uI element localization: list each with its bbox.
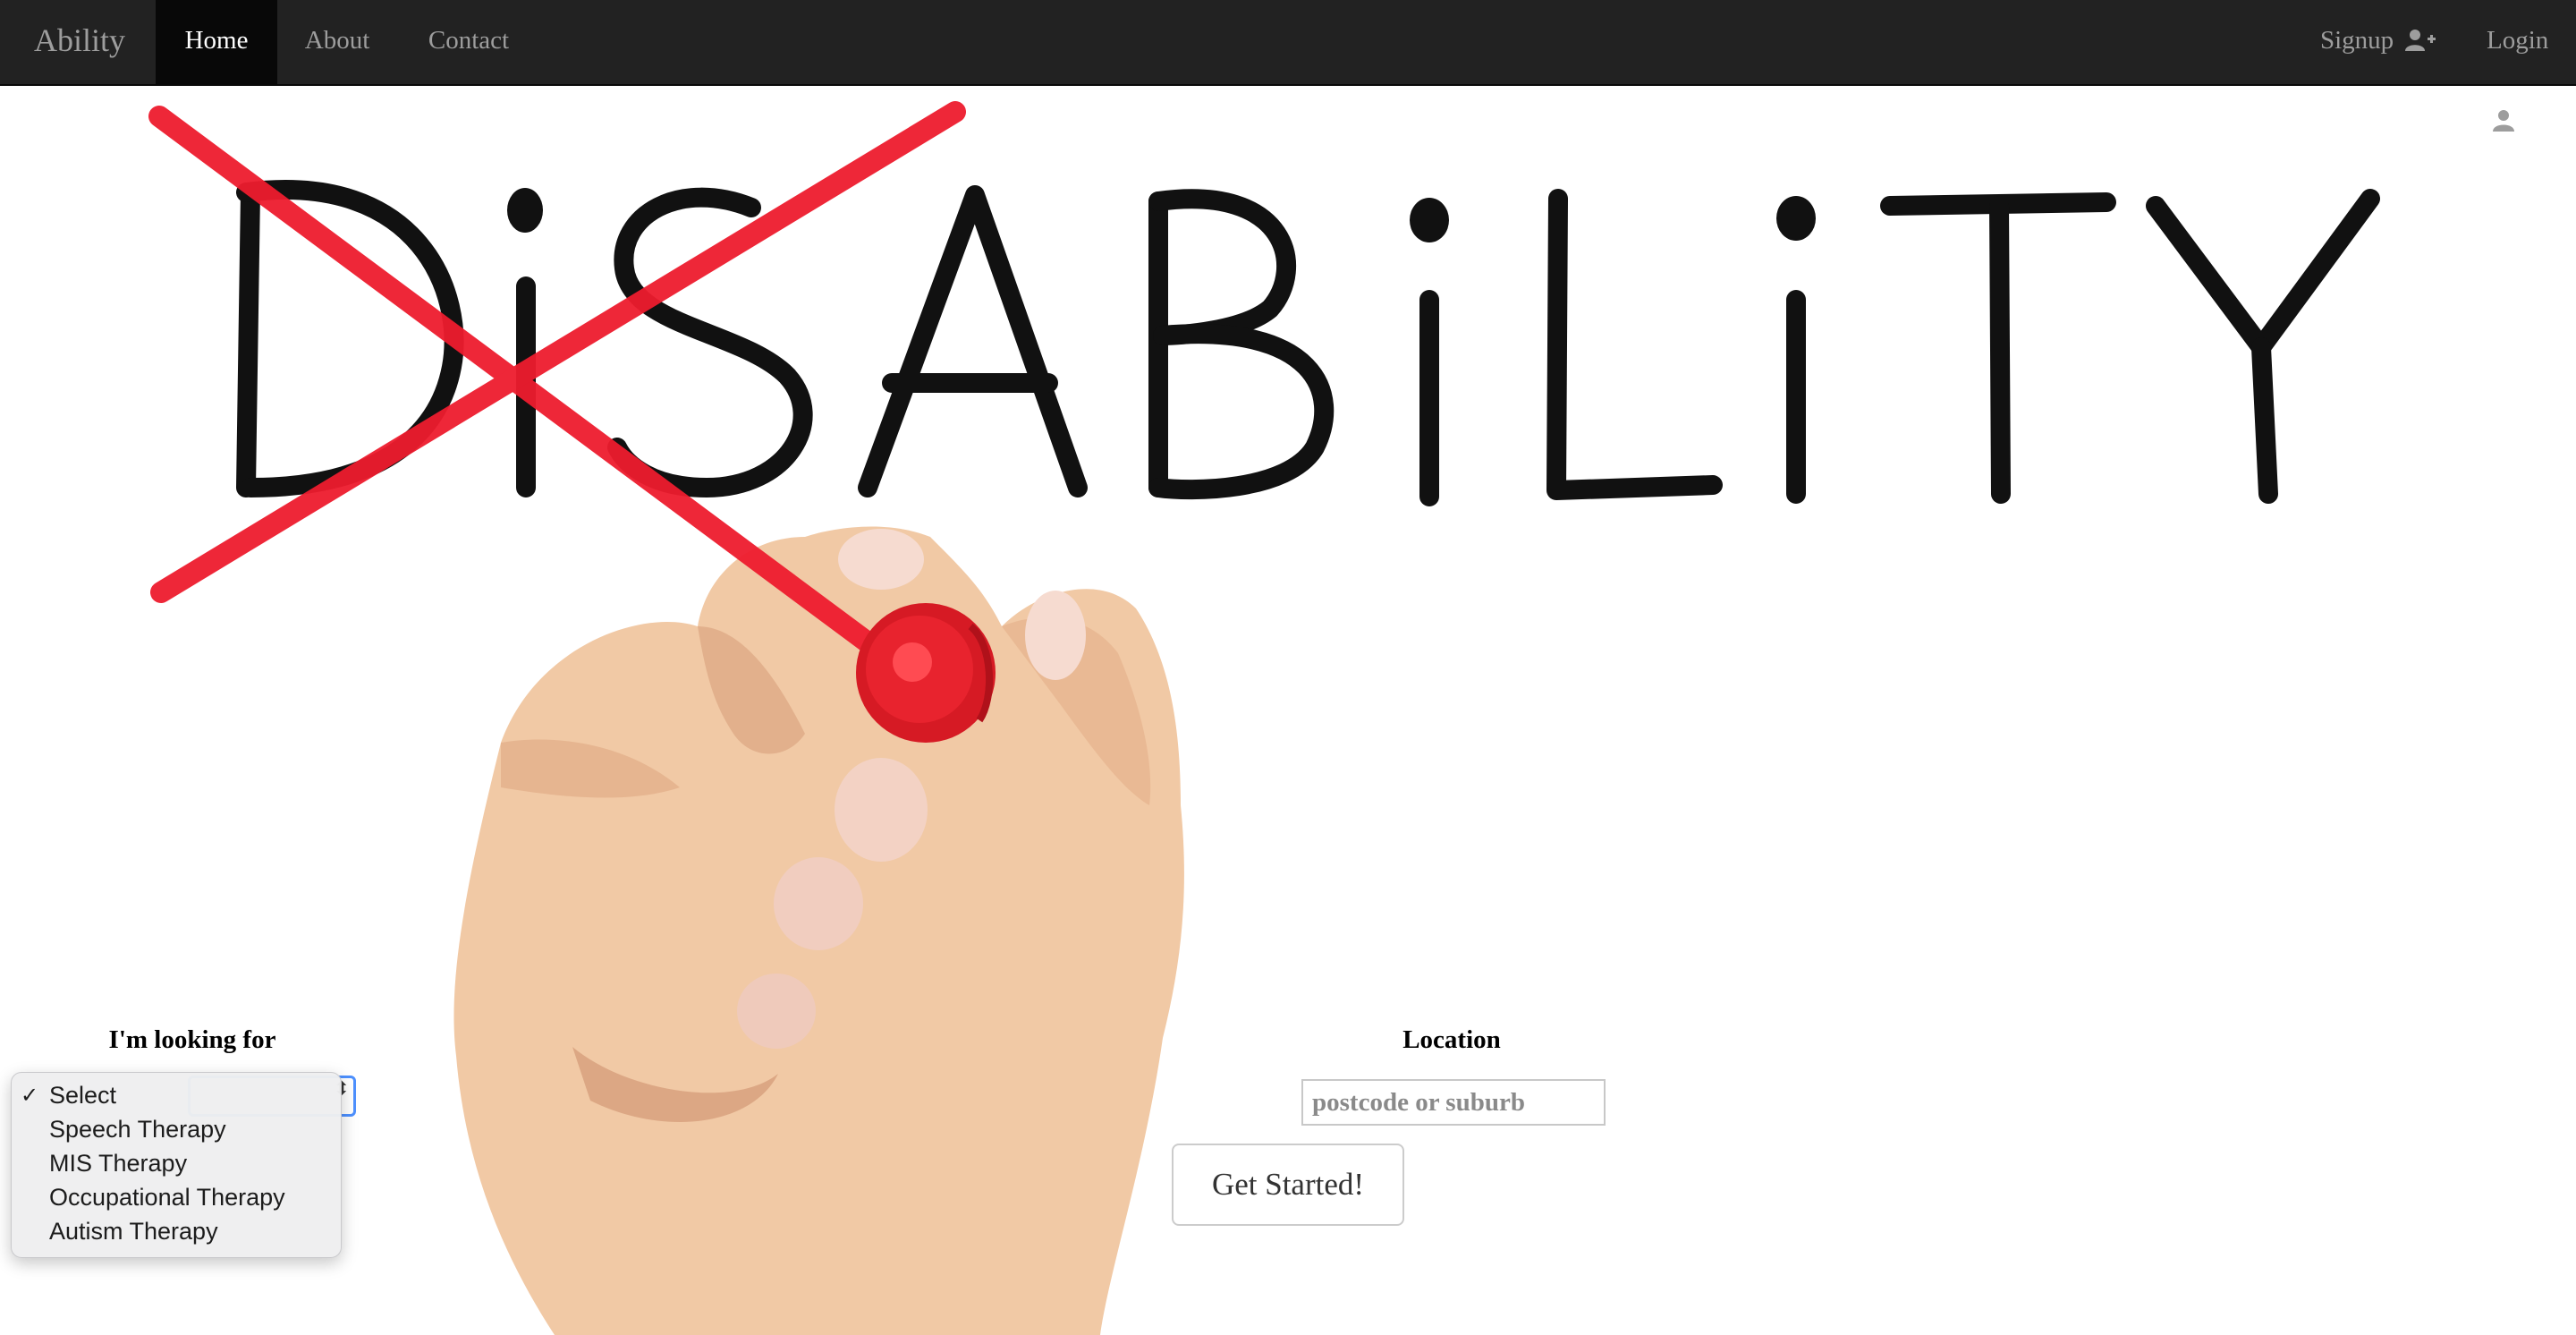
looking-for-label: I'm looking for xyxy=(108,1025,276,1054)
option-label: Occupational Therapy xyxy=(49,1184,285,1211)
checkmark-icon: ✓ xyxy=(21,1083,39,1108)
option-select[interactable]: ✓ Select xyxy=(12,1078,341,1112)
nav-home[interactable]: Home xyxy=(156,0,277,84)
option-label: MIS Therapy xyxy=(49,1150,188,1177)
user-plus-icon xyxy=(2405,30,2436,51)
login-link[interactable]: Login xyxy=(2487,0,2576,132)
nav-about[interactable]: About xyxy=(288,0,386,84)
hand-illustration xyxy=(453,526,1184,1335)
login-label: Login xyxy=(2487,26,2549,55)
location-input[interactable] xyxy=(1301,1079,1606,1126)
option-label: Speech Therapy xyxy=(49,1116,226,1143)
red-marker xyxy=(856,603,996,743)
service-options-dropdown[interactable]: ✓ Select Speech Therapy MIS Therapy Occu… xyxy=(11,1072,342,1258)
option-autism-therapy[interactable]: Autism Therapy xyxy=(12,1214,341,1248)
brand-logo[interactable]: Ability xyxy=(34,0,125,84)
location-label: Location xyxy=(1402,1025,1501,1054)
nav-contact[interactable]: Contact xyxy=(411,0,526,84)
top-navbar: Ability Home About Contact Signup Login xyxy=(0,0,2576,132)
get-started-button[interactable]: Get Started! xyxy=(1172,1144,1404,1226)
option-label: Autism Therapy xyxy=(49,1218,218,1245)
option-label: Select xyxy=(49,1082,117,1109)
option-speech-therapy[interactable]: Speech Therapy xyxy=(12,1112,341,1146)
signup-link[interactable]: Signup xyxy=(2320,0,2436,84)
option-occupational-therapy[interactable]: Occupational Therapy xyxy=(12,1180,341,1214)
signup-label: Signup xyxy=(2320,26,2394,55)
option-mis-therapy[interactable]: MIS Therapy xyxy=(12,1146,341,1180)
